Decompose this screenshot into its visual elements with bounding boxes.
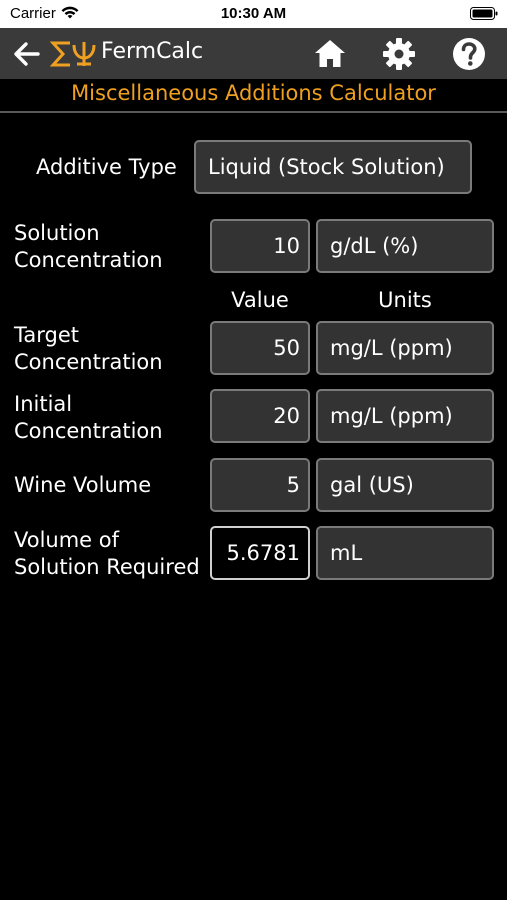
target-concentration-label-line1: Target [14, 323, 79, 347]
battery-icon [470, 7, 498, 20]
initial-concentration-value-input[interactable]: 20 [210, 389, 310, 443]
value-column-header: Value [231, 288, 289, 312]
title-strip: Miscellaneous Additions Calculator [0, 79, 507, 113]
wine-volume-units-select[interactable]: gal (US) [316, 458, 494, 512]
additive-type-label: Additive Type [36, 155, 177, 179]
volume-required-label-line2: Solution Required [14, 555, 200, 579]
initial-concentration-label-line1: Initial [14, 392, 73, 416]
nav-bar: FermCalc [0, 28, 507, 79]
status-bar: Carrier 10:30 AM [0, 0, 507, 28]
solution-concentration-value-input[interactable]: 10 [210, 219, 310, 273]
gear-icon[interactable] [381, 36, 417, 72]
wine-volume-label: Wine Volume [14, 473, 152, 497]
solution-concentration-label-line2: Concentration [14, 248, 163, 272]
app-name: FermCalc [101, 39, 204, 64]
target-concentration-label-line2: Concentration [14, 350, 163, 374]
back-arrow-icon[interactable] [10, 37, 44, 71]
wine-volume-value-input[interactable]: 5 [210, 458, 310, 512]
initial-concentration-label: Initial Concentration [14, 391, 163, 445]
solution-concentration-label-line1: Solution [14, 221, 100, 245]
additive-type-select[interactable]: Liquid (Stock Solution) [194, 140, 472, 194]
target-concentration-units-select[interactable]: mg/L (ppm) [316, 321, 494, 375]
initial-concentration-label-line2: Concentration [14, 419, 163, 443]
home-icon[interactable] [312, 36, 348, 72]
volume-required-label: Volume of Solution Required [14, 527, 200, 581]
volume-required-label-line1: Volume of [14, 528, 120, 552]
volume-required-result: 5.6781 [210, 526, 310, 580]
help-icon[interactable] [451, 36, 487, 72]
volume-required-units-select[interactable]: mL [316, 526, 494, 580]
clock: 10:30 AM [220, 5, 287, 22]
target-concentration-value-input[interactable]: 50 [210, 321, 310, 375]
initial-concentration-units-select[interactable]: mg/L (ppm) [316, 389, 494, 443]
target-concentration-label: Target Concentration [14, 322, 163, 376]
units-column-header: Units [378, 288, 432, 312]
solution-concentration-label: Solution Concentration [14, 220, 163, 274]
solution-concentration-units-select[interactable]: g/dL (%) [316, 219, 494, 273]
page-title: Miscellaneous Additions Calculator [71, 81, 436, 105]
fermcalc-logo-icon [50, 41, 96, 67]
